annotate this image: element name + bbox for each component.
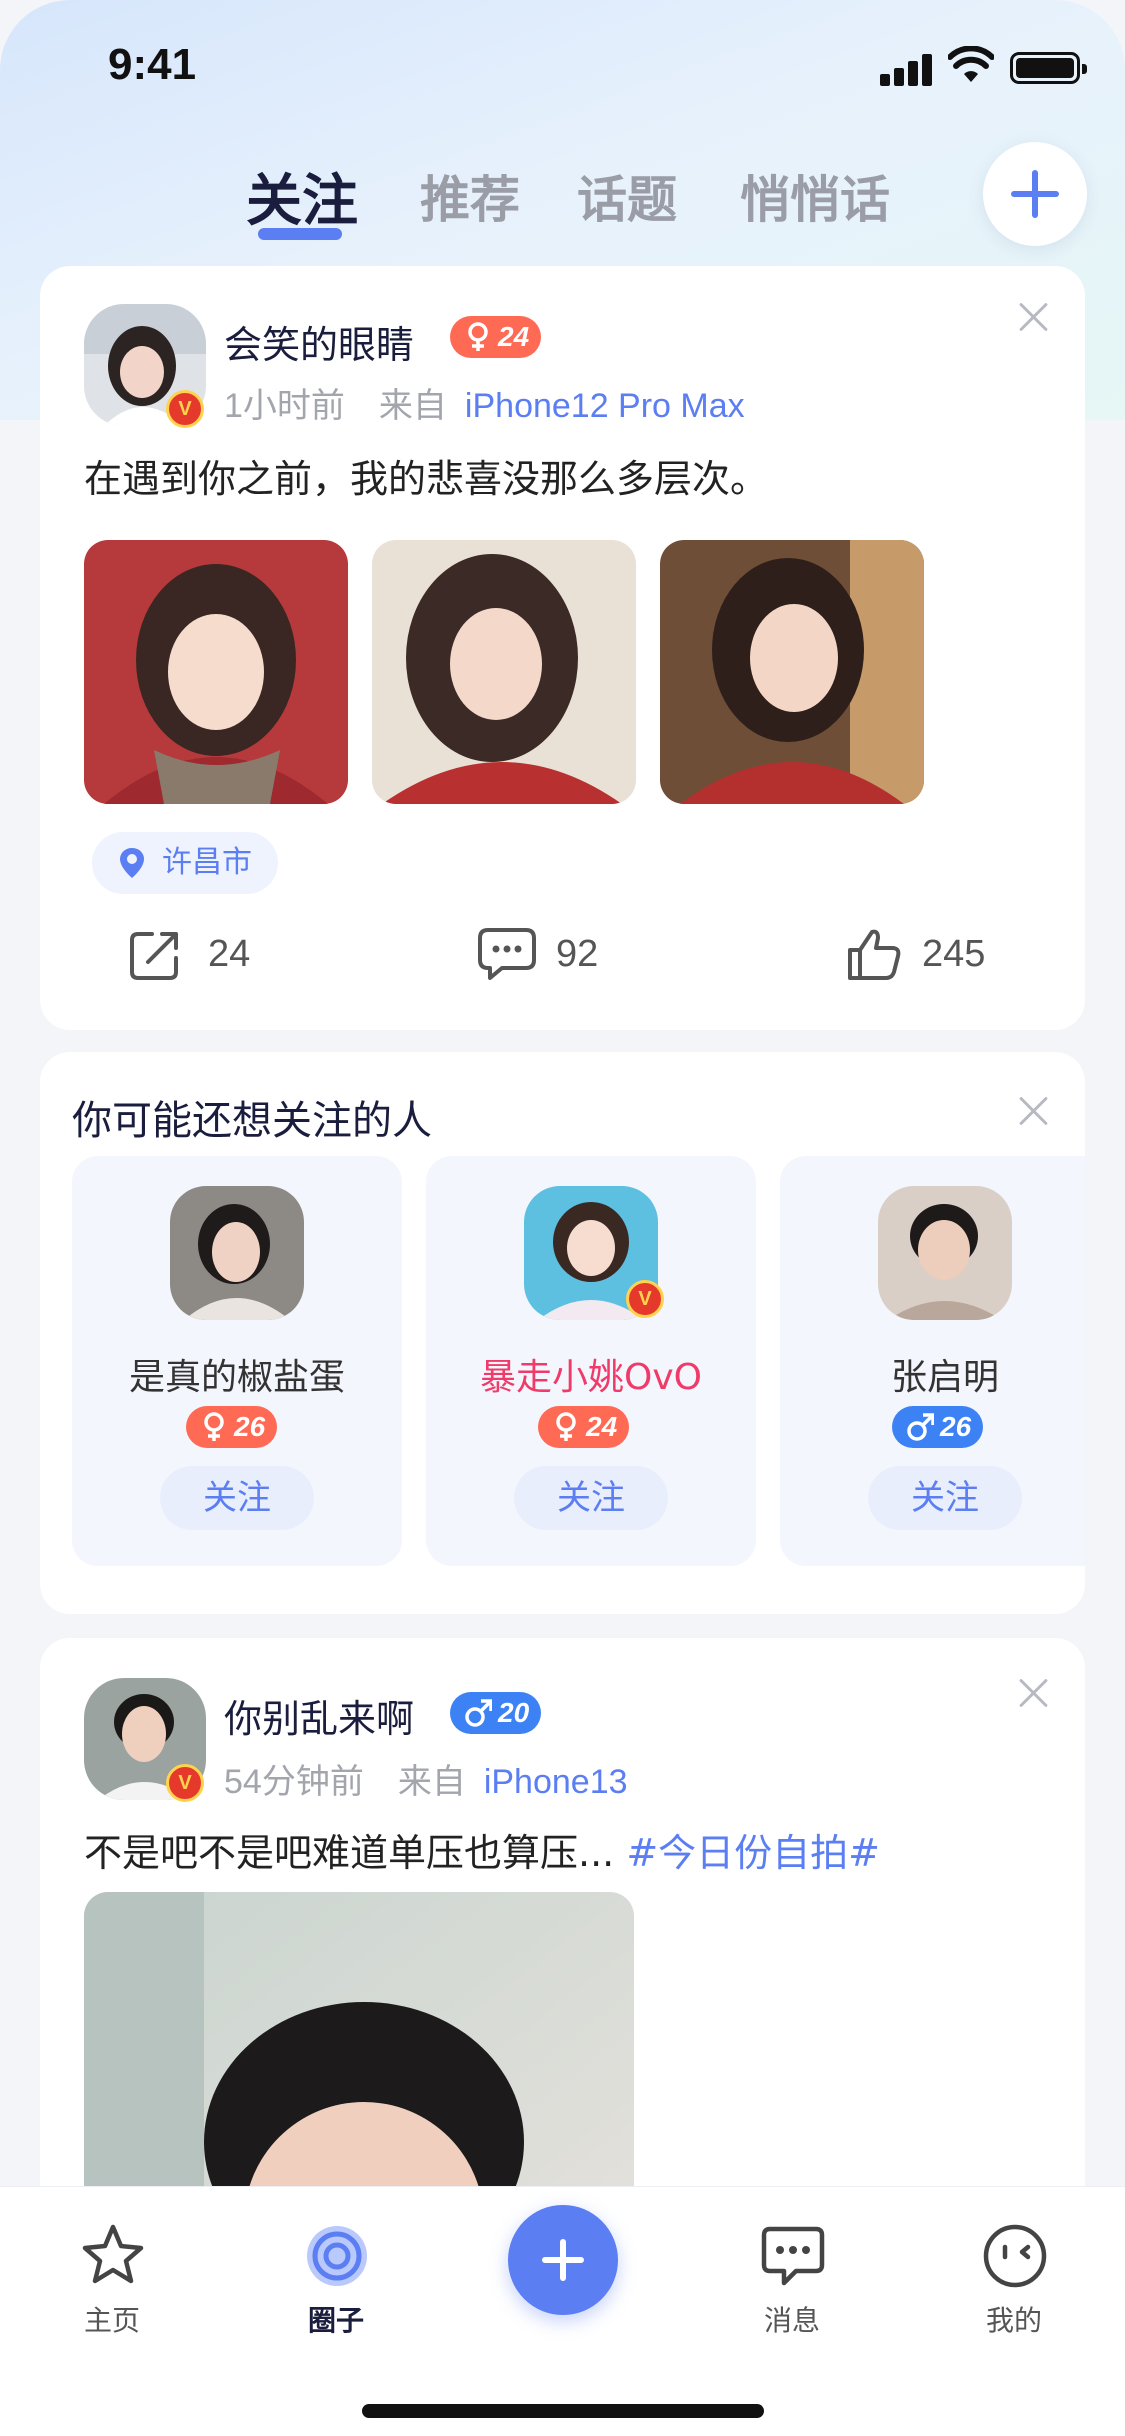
post-photo[interactable] [84,540,348,804]
nav-label: 我的 [985,2304,1042,2337]
comment-count: 92 [556,933,599,975]
like-count: 245 [922,933,986,975]
post-card: V 会笑的眼睛 24 1小时前 来自 iPhone12 Pro Max 在遇到你之前… [40,266,1085,1030]
like-action[interactable]: 245 [846,926,1046,982]
from-label: 来自 [378,387,447,425]
hashtag-link[interactable]: #今日份自拍# [626,1831,880,1875]
thumbs-up-icon [848,929,901,980]
female-icon [204,1412,224,1441]
post-photo[interactable] [660,540,924,804]
age-text: 26 [234,1411,266,1442]
suggested-user-name: 暴走小姚OvO [480,1357,702,1398]
suggested-users-card: 你可能还想关注的人 是真的椒盐蛋 26 关注 V 暴走小姚OvO 24 关注 张… [40,1052,1085,1614]
active-tab-indicator [258,228,342,240]
chat-icon [761,2226,825,2286]
suggested-user-card[interactable]: 张启明 26 关注 [780,1156,1085,1566]
status-bar: 9:41 [0,0,1125,140]
device-name: iPhone12 Pro Max [464,387,745,425]
nav-label: 主页 [83,2304,140,2337]
tab-topics[interactable]: 话题 [577,160,677,232]
share-icon [130,932,178,980]
nav-label: 圈子 [307,2304,364,2337]
nav-home[interactable]: 主页 [42,2203,182,2343]
tab-follow[interactable]: 关注 [246,156,358,237]
post-text-body: 不是吧不是吧难道单压也算压... [84,1831,615,1875]
verified-badge: V [626,1280,664,1318]
username[interactable]: 会笑的眼睛 [224,314,414,369]
post-time: 54分钟前 [224,1763,364,1801]
nav-profile[interactable]: 我的 [944,2203,1084,2343]
male-icon [907,1413,934,1441]
device-name: iPhone13 [483,1763,628,1801]
age-text: 24 [498,321,530,352]
nav-circle[interactable]: 圈子 [266,2203,406,2343]
post-card: V 你别乱来啊 20 54分钟前 来自 iPhone13 不是吧不是吧难道单压也算压… [40,1638,1085,2258]
verified-badge: V [166,390,204,428]
wifi-icon [948,46,994,82]
post-photo[interactable] [372,540,636,804]
plus-icon[interactable] [508,2205,618,2315]
post-text: 不是吧不是吧难道单压也算压... #今日份自拍# [84,1822,880,1877]
suggested-user-name: 张启明 [890,1357,999,1398]
star-icon [82,2224,144,2284]
create-post-button[interactable] [983,142,1087,246]
close-icon[interactable] [1016,1676,1050,1710]
age-text: 24 [586,1411,618,1442]
comment-action[interactable]: 92 [476,926,656,982]
signal-icon [880,52,934,86]
nav-messages[interactable]: 消息 [722,2203,862,2343]
comment-icon [478,928,536,980]
from-label: 来自 [397,1763,466,1801]
status-time: 9:41 [108,40,197,89]
post-text: 在遇到你之前，我的悲喜没那么多层次。 [84,457,769,501]
avatar[interactable] [878,1186,1012,1320]
close-icon[interactable] [1016,1094,1050,1128]
female-icon [468,322,488,351]
post-time: 1小时前 [224,387,345,425]
male-icon [465,1699,492,1727]
post-meta: 54分钟前 来自 iPhone13 [224,1754,628,1803]
gender-age-badge: 24 [538,1406,630,1448]
follow-button[interactable]: 关注 [160,1466,314,1530]
follow-button[interactable]: 关注 [514,1466,668,1530]
nav-label: 消息 [763,2304,820,2337]
share-count: 24 [208,933,251,975]
suggested-user-card[interactable]: 是真的椒盐蛋 26 关注 [72,1156,402,1566]
suggest-title: 你可能还想关注的人 [72,1098,432,1144]
location-pin-icon [120,848,144,878]
gender-age-badge: 26 [892,1406,984,1448]
gender-age-badge: 20 [450,1692,542,1734]
top-tabs: 关注 推荐 话题 悄悄话 [0,150,1125,260]
close-icon[interactable] [1016,300,1050,334]
share-action[interactable]: 24 [128,926,308,982]
face-icon [983,2224,1047,2288]
battery-icon [1010,52,1087,84]
age-text: 26 [940,1411,972,1442]
home-indicator [362,2404,764,2418]
post-meta: 1小时前 来自 iPhone12 Pro Max [224,378,745,427]
circle-icon [307,2226,367,2286]
suggested-user-name: 是真的椒盐蛋 [128,1357,345,1398]
location-text: 许昌市 [162,845,252,880]
avatar[interactable] [170,1186,304,1320]
tab-recommend[interactable]: 推荐 [420,160,520,232]
location-tag[interactable]: 许昌市 [92,832,278,894]
verified-badge: V [166,1764,204,1802]
female-icon [556,1412,576,1441]
gender-age-badge: 24 [450,316,542,358]
username[interactable]: 你别乱来啊 [224,1688,414,1743]
age-text: 20 [498,1697,530,1728]
suggested-user-card[interactable]: V 暴走小姚OvO 24 关注 [426,1156,756,1566]
bottom-nav: 主页 圈子 消息 我的 [0,2186,1125,2436]
follow-button[interactable]: 关注 [868,1466,1022,1530]
tab-whisper[interactable]: 悄悄话 [740,160,890,232]
gender-age-badge: 26 [186,1406,278,1448]
